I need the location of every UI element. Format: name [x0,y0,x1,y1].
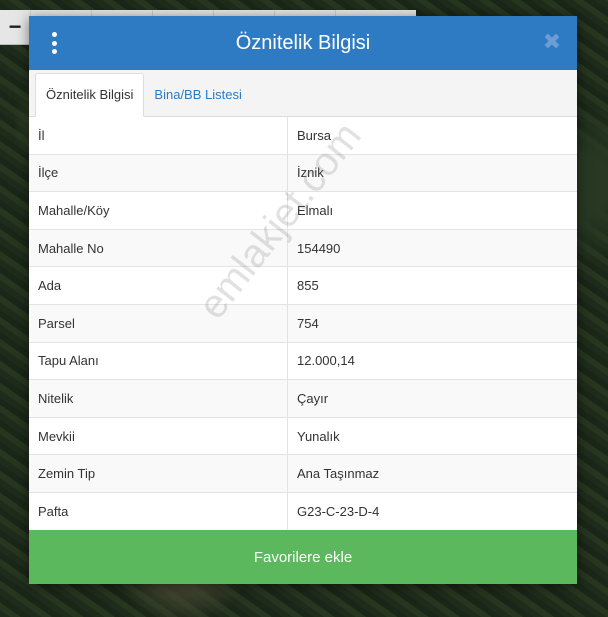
zoom-out-button[interactable]: − [0,10,30,44]
table-row: Mahalle/Köy Elmalı [29,191,577,230]
table-row: Mahalle No 154490 [29,229,577,268]
attribute-key: Zemin Tip [29,454,288,493]
attribute-table: İl Bursa İlçe İznik Mahalle/Köy Elmalı Mahalle… [29,117,577,531]
attribute-value: Elmalı [287,191,577,230]
table-row: Mevkii Yunalık [29,417,577,456]
add-to-favorites-button[interactable]: Favorilere ekle [29,530,577,584]
table-row: İlçe İznik [29,154,577,193]
attribute-key: İl [29,117,288,155]
tab-bar: Öznitelik Bilgisi Bina/BB Listesi [29,70,577,117]
table-row: Pafta G23-C-23-D-4 [29,492,577,531]
attribute-key: İlçe [29,154,288,193]
attribute-key: Mevkii [29,417,288,456]
table-row: İl Bursa [29,117,577,155]
table-row: Tapu Alanı 12.000,14 [29,342,577,381]
attribute-value: 154490 [287,229,577,268]
attribute-key: Tapu Alanı [29,342,288,381]
attribute-value: İznik [287,154,577,193]
attribute-value: Bursa [287,117,577,155]
attribute-value: 754 [287,304,577,343]
attribute-value: Yunalık [287,417,577,456]
dialog-title: Öznitelik Bilgisi [235,31,371,54]
more-vertical-icon[interactable] [49,32,59,54]
attribute-key: Ada [29,266,288,305]
attribute-value: Çayır [287,379,577,418]
dialog-header: Öznitelik Bilgisi ✖ [29,16,577,70]
table-row: Ada 855 [29,266,577,305]
table-row: Zemin Tip Ana Taşınmaz [29,454,577,493]
attribute-key: Nitelik [29,379,288,418]
attribute-value: 12.000,14 [287,342,577,381]
table-row: Nitelik Çayır [29,379,577,418]
table-row: Parsel 754 [29,304,577,343]
attribute-key: Mahalle No [29,229,288,268]
tab-building-list[interactable]: Bina/BB Listesi [144,74,251,116]
attribute-key: Mahalle/Köy [29,191,288,230]
attribute-value: Ana Taşınmaz [287,454,577,493]
tab-attribute-info[interactable]: Öznitelik Bilgisi [35,73,145,117]
attribute-key: Parsel [29,304,288,343]
attribute-info-dialog: Öznitelik Bilgisi ✖ Öznitelik Bilgisi Bi… [29,16,577,584]
attribute-key: Pafta [29,492,288,531]
attribute-value: 855 [287,266,577,305]
attribute-value: G23-C-23-D-4 [287,492,577,531]
close-icon[interactable]: ✖ [541,30,563,54]
